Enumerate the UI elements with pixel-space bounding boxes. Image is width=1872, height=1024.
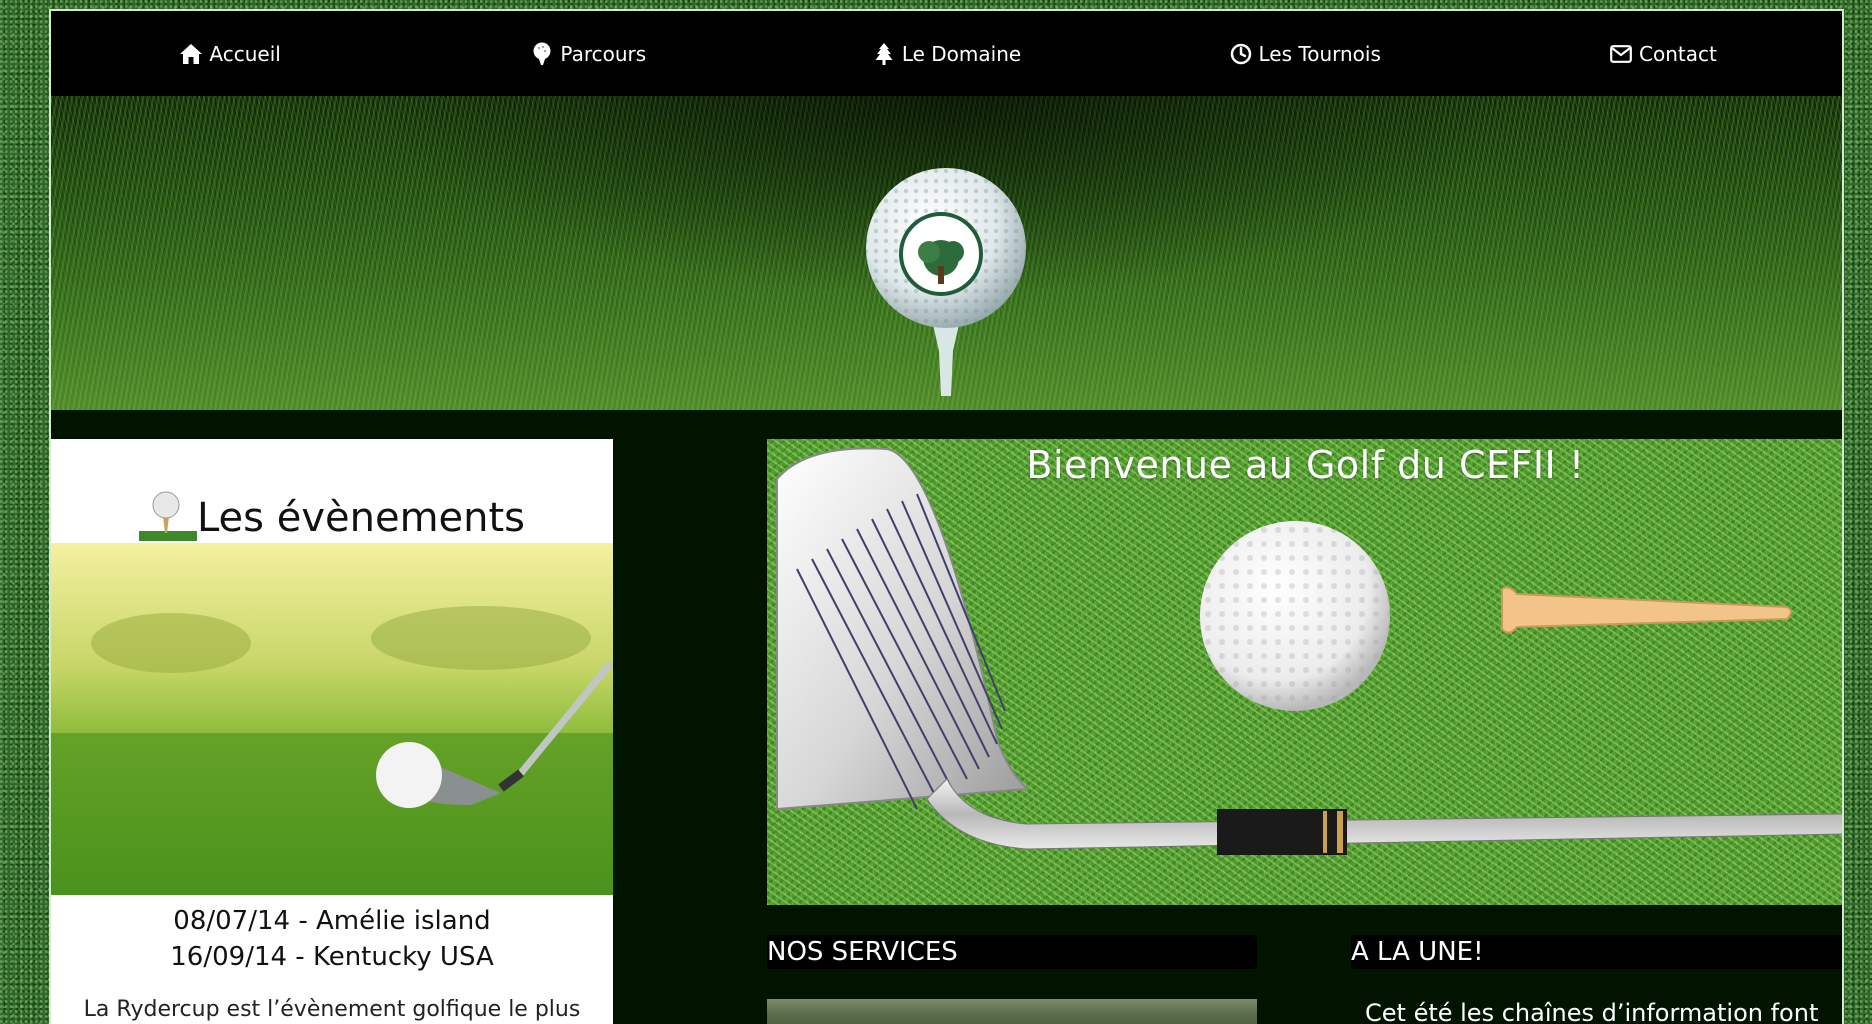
- golf-tee-icon: [138, 491, 197, 541]
- golf-ball-logo: [866, 168, 1026, 396]
- nav-item-tournois[interactable]: Les Tournois: [1126, 11, 1484, 96]
- news-text: Cet été les chaînes d’information font: [1365, 999, 1819, 1024]
- events-title: Les évènements: [196, 495, 526, 541]
- news-heading: A LA UNE!: [1351, 935, 1842, 969]
- tree-icon: [872, 42, 896, 66]
- golf-club-illustration: [776, 447, 1842, 855]
- events-heading: Les évènements: [51, 439, 613, 543]
- welcome-banner: Bienvenue au Golf du CEFII !: [767, 439, 1842, 905]
- event-item[interactable]: 08/07/14 - Amélie island: [51, 903, 613, 939]
- events-panel: Les évènements 08/07/14 - Amélie island: [51, 439, 613, 1024]
- nav-item-domaine[interactable]: Le Domaine: [767, 11, 1125, 96]
- nav-item-accueil[interactable]: Accueil: [51, 11, 409, 96]
- envelope-icon: [1609, 42, 1633, 66]
- nav-label: Accueil: [209, 41, 281, 66]
- nav-item-parcours[interactable]: Parcours: [409, 11, 767, 96]
- events-photo: [51, 543, 613, 895]
- nav-label: Les Tournois: [1258, 41, 1381, 66]
- nav-item-contact[interactable]: Contact: [1484, 11, 1842, 96]
- events-description: La Rydercup est l’évènement golfique le …: [83, 997, 581, 1022]
- hero-banner: [51, 96, 1842, 410]
- nav-label: Le Domaine: [901, 41, 1022, 66]
- nav-label: Parcours: [560, 41, 647, 66]
- home-icon: [179, 42, 203, 66]
- welcome-title: Bienvenue au Golf du CEFII !: [1026, 443, 1585, 487]
- events-dates: 08/07/14 - Amélie island 16/09/14 - Kent…: [51, 895, 613, 975]
- services-heading: NOS SERVICES: [767, 935, 1257, 969]
- page-frame: Accueil Parcours Le Domaine Les Tournois…: [49, 9, 1844, 1024]
- event-item[interactable]: 16/09/14 - Kentucky USA: [51, 939, 613, 975]
- clock-icon: [1229, 42, 1253, 66]
- nav-label: Contact: [1639, 41, 1717, 66]
- main-nav: Accueil Parcours Le Domaine Les Tournois…: [51, 11, 1842, 96]
- services-image: [767, 999, 1257, 1024]
- golf-ball-icon: [530, 42, 554, 66]
